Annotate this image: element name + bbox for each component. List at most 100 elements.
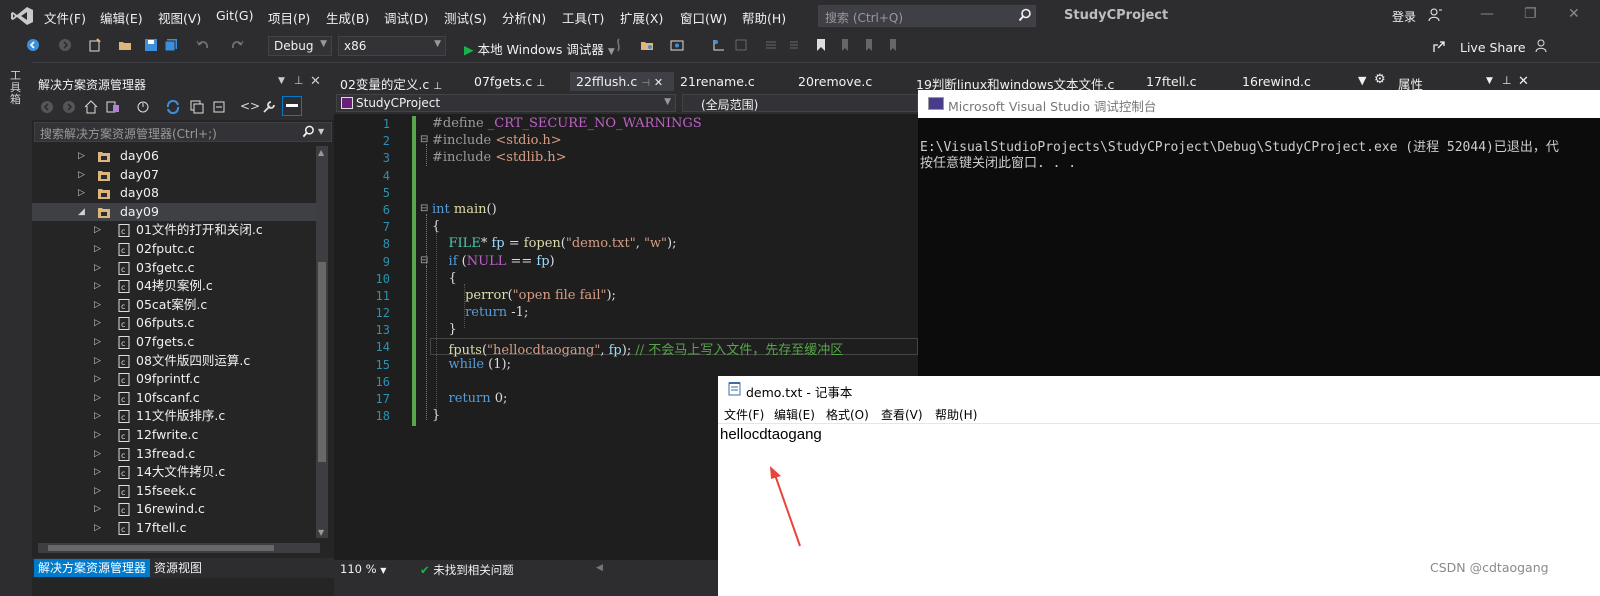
scroll-left-icon[interactable]: ◀ bbox=[596, 563, 603, 573]
collapsed-arrow-icon[interactable]: ▷ bbox=[94, 333, 101, 352]
live-share-button[interactable]: Live Share bbox=[1460, 40, 1526, 55]
collapse-main-icon[interactable]: ⊟ bbox=[420, 203, 428, 214]
collapsed-arrow-icon[interactable]: ▷ bbox=[94, 389, 101, 408]
pin-icon[interactable]: ⊣ bbox=[641, 78, 650, 89]
tree-file-item[interactable]: ▷ c 13fread.c bbox=[32, 445, 316, 464]
vertical-scroll-thumb[interactable] bbox=[318, 262, 326, 462]
collapsed-arrow-icon[interactable]: ▷ bbox=[94, 482, 101, 501]
tree-folder-day07[interactable]: ▷ day07 bbox=[32, 166, 316, 185]
collapsed-arrow-icon[interactable]: ▷ bbox=[94, 370, 101, 389]
tree-file-item[interactable]: ▷ c 03fgetc.c bbox=[32, 259, 316, 278]
feedback-icon[interactable] bbox=[1534, 38, 1550, 54]
horizontal-scroll-thumb[interactable] bbox=[48, 545, 274, 551]
search-input[interactable]: 搜索 (Ctrl+Q) bbox=[818, 5, 1036, 27]
collapsed-arrow-icon[interactable]: ▷ bbox=[94, 445, 101, 464]
tree-folder-day06[interactable]: ▷ day06 bbox=[32, 147, 316, 166]
tree-file-item[interactable]: ▷ c 10fscanf.c bbox=[32, 389, 316, 408]
forward-icon[interactable] bbox=[62, 100, 76, 114]
menu-extensions[interactable]: 扩展(X) bbox=[620, 8, 663, 27]
tree-folder-day08[interactable]: ▷ day08 bbox=[32, 184, 316, 203]
collapsed-arrow-icon[interactable]: ▷ bbox=[94, 352, 101, 371]
tree-file-item[interactable]: ▷ c 09fprintf.c bbox=[32, 370, 316, 389]
format-icon[interactable] bbox=[734, 38, 748, 52]
switch-views-icon[interactable] bbox=[106, 100, 120, 114]
tab-list-dropdown-icon[interactable]: ▼ bbox=[1358, 74, 1366, 87]
uncomment-icon[interactable] bbox=[786, 38, 800, 52]
config-select[interactable]: Debug ▼ bbox=[268, 36, 332, 56]
tree-file-item[interactable]: ▷ c 17ftell.c bbox=[32, 519, 316, 538]
show-all-files-icon[interactable] bbox=[212, 100, 226, 114]
collapsed-arrow-icon[interactable]: ▷ bbox=[94, 296, 101, 315]
tree-file-item[interactable]: ▷ c 16rewind.c bbox=[32, 500, 316, 519]
search-icon[interactable] bbox=[302, 125, 315, 138]
preview-selected-button[interactable] bbox=[282, 96, 302, 116]
tree-file-item[interactable]: ▷ c 14大文件拷贝.c bbox=[32, 463, 316, 482]
toolbox-tab[interactable]: 工具箱 bbox=[10, 70, 24, 106]
restore-icon[interactable]: ❐ bbox=[1524, 6, 1537, 22]
project-nav-select[interactable]: StudyCProject ▼ bbox=[336, 94, 676, 112]
issues-indicator[interactable]: ✔ 未找到相关问题 bbox=[420, 562, 514, 578]
home-icon[interactable] bbox=[84, 100, 98, 114]
menu-tools[interactable]: 工具(T) bbox=[562, 8, 604, 27]
menu-edit[interactable]: 编辑(E) bbox=[100, 8, 143, 27]
collapsed-arrow-icon[interactable]: ▷ bbox=[94, 277, 101, 296]
collapsed-arrow-icon[interactable]: ▷ bbox=[78, 184, 85, 203]
start-debugging-button[interactable]: ▶ 本地 Windows 调试器 ▼ bbox=[464, 39, 615, 58]
comment-icon[interactable] bbox=[764, 38, 778, 52]
tab-21rename[interactable]: 21rename.c bbox=[680, 74, 755, 89]
collapsed-arrow-icon[interactable]: ▷ bbox=[94, 426, 101, 445]
tab-17ftell[interactable]: 17ftell.c bbox=[1146, 74, 1196, 89]
collapse-all-icon[interactable] bbox=[190, 100, 204, 114]
tree-file-item[interactable]: ▷ c 04拷贝案例.c bbox=[32, 277, 316, 296]
browse-folder-icon[interactable] bbox=[640, 38, 654, 52]
save-icon[interactable] bbox=[144, 38, 158, 52]
collapsed-arrow-icon[interactable]: ▷ bbox=[94, 259, 101, 278]
collapsed-arrow-icon[interactable]: ▷ bbox=[94, 500, 101, 519]
close-window-icon[interactable]: ✕ bbox=[1568, 6, 1580, 22]
forward-icon[interactable] bbox=[58, 38, 72, 52]
open-folder-icon[interactable] bbox=[118, 38, 132, 52]
tab-07fgets[interactable]: 07fgets.c ⊥ bbox=[474, 74, 545, 89]
tree-folder-day09[interactable]: ◢ day09 bbox=[32, 202, 316, 222]
tree-file-item[interactable]: ▷ c 02fputc.c bbox=[32, 240, 316, 259]
tree-file-item[interactable]: ▷ c 05cat案例.c bbox=[32, 296, 316, 315]
tab-22fflush[interactable]: 22fflush.c ⊣ ✕ bbox=[576, 74, 663, 89]
collapsed-arrow-icon[interactable]: ▷ bbox=[94, 221, 101, 240]
menu-help[interactable]: 帮助(H) bbox=[742, 8, 786, 27]
collapsed-arrow-icon[interactable]: ▷ bbox=[94, 407, 101, 426]
pin-icon[interactable]: ⊥ bbox=[1502, 74, 1512, 87]
notepad-menu-edit[interactable]: 编辑(E) bbox=[774, 406, 815, 423]
code-view-icon[interactable]: <> bbox=[240, 99, 260, 113]
scroll-down-icon[interactable]: ▼ bbox=[318, 528, 324, 537]
menu-view[interactable]: 视图(V) bbox=[158, 8, 201, 27]
view-icon[interactable] bbox=[670, 38, 684, 52]
tree-file-item[interactable]: ▷ c 11文件版排序.c bbox=[32, 407, 316, 426]
tab-solution-explorer[interactable]: 解决方案资源管理器 bbox=[34, 559, 151, 577]
next-bookmark-icon[interactable] bbox=[862, 38, 876, 52]
menu-project[interactable]: 项目(P) bbox=[268, 8, 310, 27]
back-icon[interactable] bbox=[40, 100, 54, 114]
platform-select[interactable]: x86 ▼ bbox=[338, 36, 446, 56]
collapsed-arrow-icon[interactable]: ▷ bbox=[78, 166, 85, 185]
pending-changes-icon[interactable] bbox=[136, 100, 150, 114]
tree-file-item[interactable]: ▷ c 12fwrite.c bbox=[32, 426, 316, 445]
hot-reload-icon[interactable] bbox=[612, 38, 626, 52]
menu-analyze[interactable]: 分析(N) bbox=[502, 8, 546, 27]
sync-icon[interactable] bbox=[166, 100, 180, 114]
notepad-menu-file[interactable]: 文件(F) bbox=[724, 406, 764, 423]
login-button[interactable]: 登录 bbox=[1392, 8, 1416, 25]
redo-icon[interactable] bbox=[230, 38, 244, 52]
scroll-up-icon[interactable]: ▲ bbox=[318, 148, 324, 157]
tab-16rewind[interactable]: 16rewind.c bbox=[1242, 74, 1311, 89]
notepad-menu-view[interactable]: 查看(V) bbox=[881, 406, 923, 423]
search-icon[interactable] bbox=[1018, 8, 1032, 22]
close-icon[interactable]: ✕ bbox=[310, 74, 321, 89]
clear-bookmarks-icon[interactable] bbox=[886, 38, 900, 52]
notepad-text-area[interactable]: hellocdtaogang bbox=[720, 426, 822, 443]
collapsed-arrow-icon[interactable]: ▷ bbox=[94, 314, 101, 333]
dropdown-icon[interactable]: ▼ bbox=[1486, 76, 1493, 86]
pin-icon[interactable]: ⊥ bbox=[294, 74, 304, 87]
close-icon[interactable]: ✕ bbox=[654, 76, 663, 89]
gear-icon[interactable]: ⚙ bbox=[1374, 72, 1386, 87]
tab-20remove[interactable]: 20remove.c bbox=[798, 74, 872, 89]
